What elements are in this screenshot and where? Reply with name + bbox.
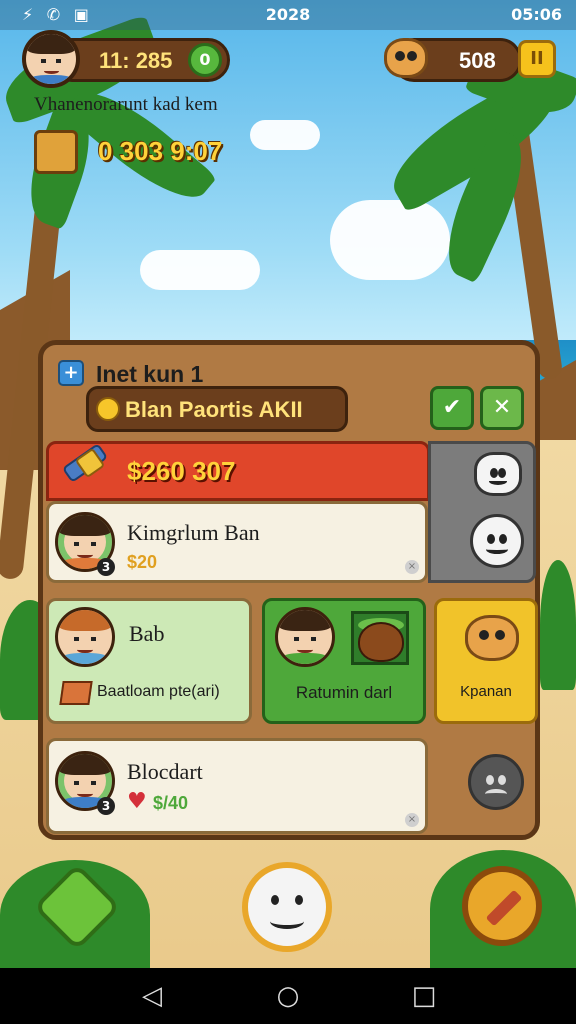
accept-button[interactable]: ✔ [430, 386, 474, 430]
coconut-icon [358, 622, 404, 662]
quest-title: Vhanenorarunt kad kem [34, 94, 218, 115]
navigation-bar: ◁ ○ □ [0, 968, 576, 1024]
smile-face-icon[interactable] [470, 514, 524, 568]
avatar [275, 607, 335, 667]
action-card-green[interactable]: Ratumin darl [262, 598, 426, 724]
sad-face-icon[interactable] [468, 754, 524, 810]
plus-button[interactable]: + [58, 360, 84, 386]
info-icon[interactable]: × [405, 560, 419, 574]
level-badge: 3 [97, 558, 115, 576]
yellow-card-label: Kpanan [460, 683, 512, 700]
close-button[interactable]: ✕ [480, 386, 524, 430]
back-button[interactable]: ◁ [132, 982, 172, 1012]
status-clock: 2028 [265, 5, 311, 24]
level-badge: 3 [97, 797, 115, 815]
crate-icon [34, 130, 78, 174]
coin-add-button[interactable]: 0 [188, 43, 222, 77]
recent-apps-button[interactable]: □ [404, 982, 444, 1012]
tools-button[interactable] [462, 866, 542, 946]
action-card-yellow[interactable]: Kpanan [434, 598, 538, 724]
pause-button[interactable]: II [518, 40, 556, 78]
list-item[interactable]: 3 Blocdart ♥ $/40 × [46, 738, 428, 834]
panel-header: Inet kun 1 [96, 361, 204, 387]
dog-icon [465, 615, 519, 661]
home-button[interactable]: ○ [268, 982, 308, 1012]
score-value: 0 303 9:07 [98, 136, 223, 166]
character-button[interactable] [242, 862, 332, 952]
subtitle-pill: Blan Paortis AKII [86, 386, 348, 432]
status-bar: ⚡ ✆ ▣ 2028 05:06 [0, 0, 576, 30]
coins-value: 11: 285 [99, 48, 173, 73]
package-icon [59, 681, 93, 705]
coin-icon [96, 397, 120, 421]
badge-icon[interactable] [474, 452, 522, 496]
player-avatar[interactable] [22, 30, 80, 88]
heart-icon: ♥ [127, 789, 147, 814]
pet-icon [384, 38, 428, 78]
card-title: Bab [129, 621, 165, 646]
cloud [330, 200, 450, 280]
avatar [55, 607, 115, 667]
item-frame [351, 611, 409, 665]
item-label: Baatloam pte(ari) [97, 683, 220, 700]
hammer-icon [485, 889, 523, 927]
subtitle-text: Blan Paortis AKII [125, 397, 303, 422]
card-price: $/40 [153, 793, 189, 813]
info-icon[interactable]: × [405, 813, 419, 827]
bush [540, 560, 576, 690]
card-price: $20 [127, 552, 158, 572]
cloud [250, 120, 320, 150]
green-card-label: Ratumin darl [295, 683, 393, 702]
status-time: 05:06 [511, 5, 562, 24]
card-title: Blocdart [127, 759, 203, 784]
reward-banner: $260 307 [46, 441, 430, 501]
list-item[interactable]: 3 Kimgrlum Ban $20 × [46, 501, 428, 583]
cloud [140, 250, 260, 290]
list-item[interactable]: Bab Baatloam pte(ari) [46, 598, 252, 724]
card-title: Kimgrlum Ban [127, 520, 260, 545]
reward-amount: $260 307 [127, 456, 236, 486]
currency-value: 508 [459, 48, 496, 73]
